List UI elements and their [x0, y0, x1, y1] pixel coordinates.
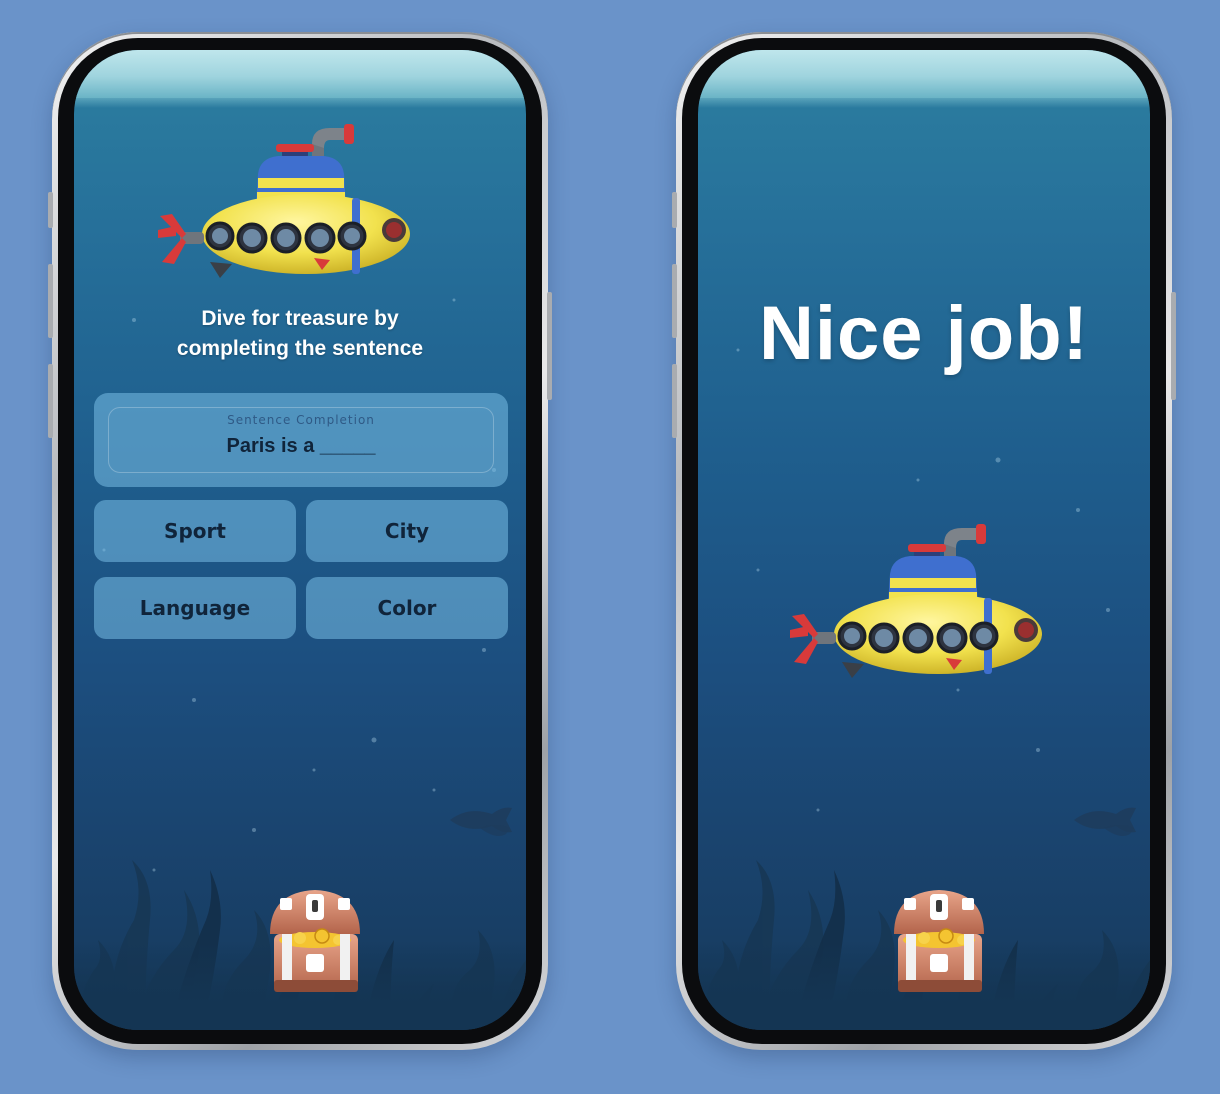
volume-up-button [48, 192, 53, 228]
prompt-line-1: Dive for treasure by [201, 307, 399, 330]
answer-option-city[interactable]: City [306, 500, 508, 562]
power-button [1171, 292, 1176, 400]
volume-up-button [672, 192, 677, 228]
success-message: Nice job! [759, 291, 1089, 376]
volume-down-button [672, 264, 677, 338]
fish-icon [446, 800, 526, 840]
volume-down-button [48, 264, 53, 338]
treasure-chest-icon [884, 878, 994, 998]
question-sentence: Paris is a _____ [226, 435, 376, 457]
prompt-title: Dive for treasure by completing the sent… [74, 304, 526, 364]
submarine-icon [786, 522, 1046, 692]
left-phone-frame: Dive for treasure by completing the sent… [48, 32, 552, 1050]
water-surface [698, 50, 1150, 108]
answer-option-language[interactable]: Language [94, 577, 296, 639]
right-phone-frame: Nice job! [672, 32, 1176, 1050]
power-button [547, 292, 552, 400]
question-label: Sentence Completion [227, 413, 375, 427]
treasure-chest-icon [260, 878, 370, 998]
submarine-icon [154, 122, 414, 292]
fish-icon [1070, 800, 1150, 840]
mute-switch [672, 364, 677, 438]
game-screen-question: Dive for treasure by completing the sent… [74, 50, 526, 1030]
prompt-line-2: completing the sentence [176, 337, 424, 360]
mute-switch [48, 364, 53, 438]
game-screen-success: Nice job! [698, 50, 1150, 1030]
water-surface [74, 50, 526, 108]
answer-option-sport[interactable]: Sport [94, 500, 296, 562]
answer-option-color[interactable]: Color [306, 577, 508, 639]
question-card: Sentence Completion Paris is a _____ [94, 393, 508, 487]
